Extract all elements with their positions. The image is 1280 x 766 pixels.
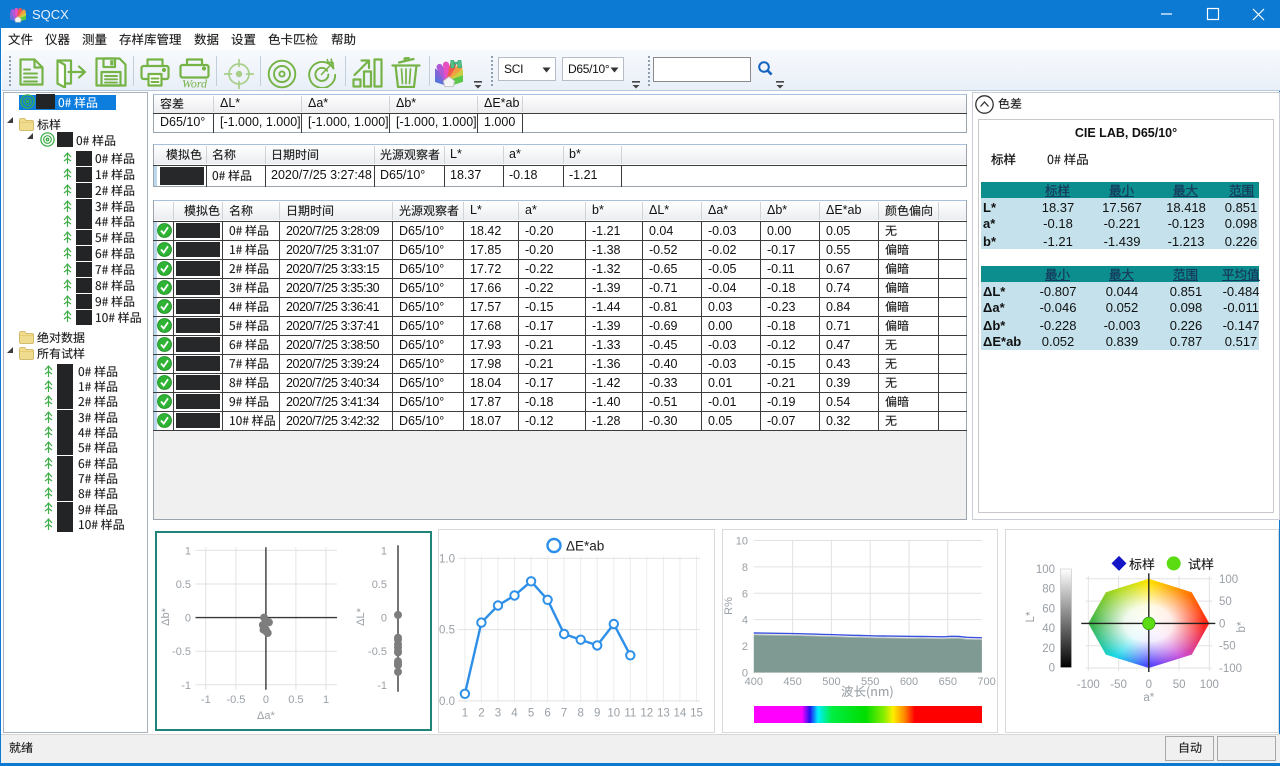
- svg-text:-100: -100: [1077, 679, 1100, 691]
- svg-text:-0.5: -0.5: [172, 646, 191, 658]
- svg-text:12: 12: [640, 708, 653, 720]
- svg-text:0.5: 0.5: [176, 579, 191, 591]
- svg-text:0: 0: [381, 613, 387, 625]
- svg-text:50: 50: [1219, 596, 1232, 608]
- svg-text:10: 10: [607, 708, 620, 720]
- svg-text:6: 6: [544, 708, 550, 720]
- svg-text:ΔL*: ΔL*: [355, 607, 367, 625]
- svg-text:60: 60: [1042, 603, 1055, 615]
- svg-text:14: 14: [674, 708, 687, 720]
- svg-text:L*: L*: [1025, 611, 1037, 622]
- svg-text:Word: Word: [182, 77, 208, 89]
- svg-text:1.0: 1.0: [439, 553, 455, 565]
- svg-text:50: 50: [1173, 679, 1186, 691]
- svg-text:0: 0: [1219, 618, 1225, 630]
- svg-text:0.0: 0.0: [439, 696, 455, 708]
- svg-text:2: 2: [742, 641, 748, 653]
- svg-text:100: 100: [1219, 574, 1238, 586]
- svg-text:80: 80: [1042, 584, 1055, 596]
- svg-text:9: 9: [594, 708, 600, 720]
- svg-text:2: 2: [478, 708, 484, 720]
- svg-text:0: 0: [263, 694, 269, 706]
- svg-text:10: 10: [736, 536, 748, 548]
- svg-text:8: 8: [577, 708, 583, 720]
- svg-text:-1: -1: [377, 680, 387, 692]
- svg-text:-1: -1: [181, 680, 191, 692]
- svg-text:450: 450: [783, 676, 801, 688]
- svg-text:400: 400: [745, 676, 763, 688]
- svg-text:1: 1: [323, 694, 329, 706]
- svg-text:ΔE*ab: ΔE*ab: [566, 539, 604, 554]
- svg-text:600: 600: [900, 676, 918, 688]
- svg-text:-50: -50: [1110, 679, 1127, 691]
- svg-text:a*: a*: [1143, 692, 1154, 704]
- svg-text:5: 5: [528, 708, 534, 720]
- svg-text:13: 13: [657, 708, 670, 720]
- svg-text:-50: -50: [1219, 641, 1236, 653]
- svg-text:b*: b*: [1236, 621, 1248, 632]
- svg-text:40: 40: [1042, 623, 1055, 635]
- svg-text:7: 7: [561, 708, 567, 720]
- svg-text:0.5: 0.5: [288, 694, 303, 706]
- svg-text:0.5: 0.5: [372, 579, 387, 591]
- svg-text:-100: -100: [1219, 663, 1242, 675]
- svg-text:700: 700: [977, 676, 995, 688]
- svg-text:Δb*: Δb*: [160, 607, 172, 625]
- svg-text:4: 4: [511, 708, 518, 720]
- svg-text:R%: R%: [723, 597, 735, 615]
- svg-text:1: 1: [381, 545, 387, 557]
- svg-text:0: 0: [1049, 663, 1055, 675]
- svg-text:4: 4: [742, 615, 748, 627]
- svg-text:650: 650: [939, 676, 957, 688]
- svg-text:6: 6: [742, 588, 748, 600]
- svg-text:20: 20: [1042, 643, 1055, 655]
- svg-text:11: 11: [624, 708, 636, 720]
- svg-text:1: 1: [185, 545, 191, 557]
- svg-text:0: 0: [185, 613, 191, 625]
- svg-text:100: 100: [1200, 679, 1219, 691]
- svg-text:8: 8: [742, 562, 748, 574]
- svg-text:0: 0: [1146, 679, 1152, 691]
- svg-text:-0.5: -0.5: [368, 646, 387, 658]
- svg-text:1: 1: [462, 708, 468, 720]
- svg-text:Δa*: Δa*: [257, 710, 275, 722]
- svg-text:3: 3: [495, 708, 501, 720]
- svg-text:15: 15: [690, 708, 703, 720]
- svg-text:-1: -1: [201, 694, 211, 706]
- svg-text:-0.5: -0.5: [226, 694, 245, 706]
- svg-text:100: 100: [1036, 564, 1055, 576]
- svg-text:0.5: 0.5: [439, 625, 455, 637]
- svg-text:500: 500: [822, 676, 840, 688]
